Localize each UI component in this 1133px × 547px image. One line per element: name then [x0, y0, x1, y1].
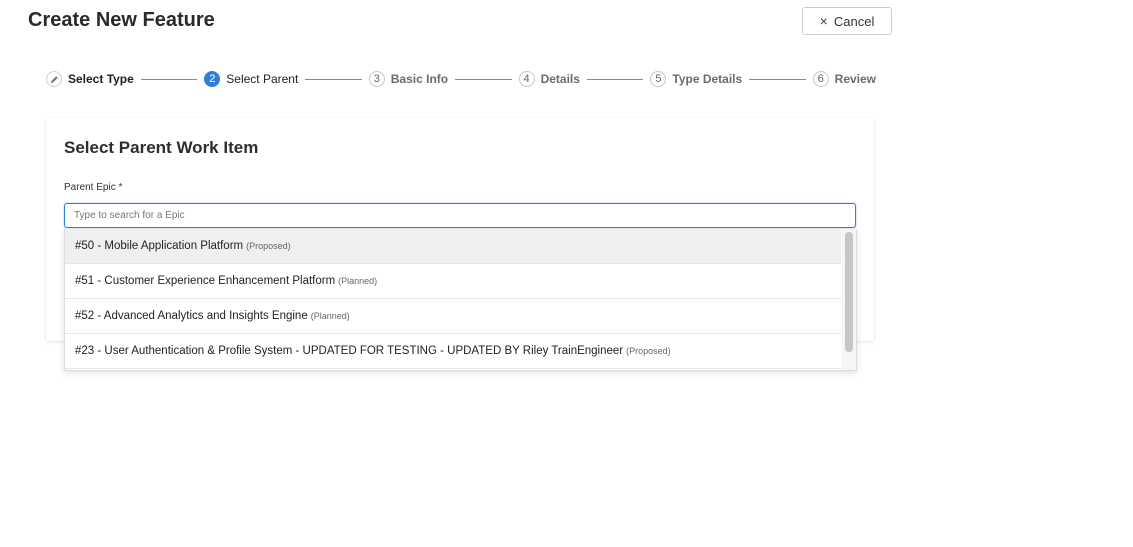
epic-option-label: #52 - Advanced Analytics and Insights En… [75, 310, 308, 322]
wizard-stepper: Select Type 2 Select Parent 3 Basic Info… [46, 70, 876, 88]
parent-epic-label: Parent Epic * [64, 182, 123, 193]
dropdown-scrollbar[interactable] [842, 229, 856, 370]
epic-option[interactable]: #52 - Advanced Analytics and Insights En… [65, 299, 841, 334]
step-details[interactable]: 4 Details [518, 71, 580, 87]
epic-option-label: #23 - User Authentication & Profile Syst… [75, 345, 624, 357]
epic-option-label: #51 - Customer Experience Enhancement Pl… [75, 275, 336, 287]
epic-options-dropdown[interactable]: #50 - Mobile Application Platform (Propo… [64, 229, 857, 371]
epic-option[interactable]: #51 - Customer Experience Enhancement Pl… [65, 264, 841, 299]
epic-option-status: (Planned) [338, 276, 378, 286]
epic-option-label: #50 - Mobile Application Platform [75, 240, 244, 252]
step-label: Details [540, 72, 580, 86]
step-number: 2 [204, 71, 221, 87]
step-connector [305, 78, 362, 80]
step-review[interactable]: 6 Review [812, 71, 877, 87]
step-select-type[interactable]: Select Type [46, 71, 134, 87]
scrollbar-thumb[interactable] [845, 232, 853, 352]
step-connector [749, 78, 806, 80]
step-number: 5 [650, 71, 667, 87]
step-connector [455, 78, 512, 80]
step-select-parent[interactable]: 2 Select Parent [204, 71, 298, 87]
step-label: Basic Info [390, 72, 449, 86]
close-icon: × [819, 13, 828, 29]
step-connector [140, 78, 198, 80]
step-number: 3 [368, 71, 385, 87]
epic-option[interactable]: #23 - User Authentication & Profile Syst… [65, 334, 841, 369]
step-type-details[interactable]: 5 Type Details [650, 71, 742, 87]
page-title: Create New Feature [28, 9, 215, 31]
epic-option[interactable]: #50 - Mobile Application Platform (Propo… [65, 229, 841, 264]
step-label: Select Type [68, 72, 134, 86]
cancel-button-label: Cancel [833, 13, 875, 29]
step-number: 4 [518, 71, 535, 87]
cancel-button[interactable]: × Cancel [802, 7, 892, 35]
step-label: Review [834, 72, 877, 86]
parent-epic-search-input[interactable] [64, 203, 856, 228]
step-connector [586, 78, 644, 80]
step-label: Type Details [672, 72, 743, 86]
step-label: Select Parent [226, 72, 299, 86]
epic-option-status: (Planned) [310, 311, 350, 321]
epic-option-status: (Proposed) [246, 241, 291, 251]
card-title: Select Parent Work Item [64, 138, 259, 157]
step-basic-info[interactable]: 3 Basic Info [368, 71, 449, 87]
epic-option-status: (Proposed) [626, 346, 671, 356]
pencil-icon [46, 71, 62, 87]
step-number: 6 [812, 71, 829, 87]
